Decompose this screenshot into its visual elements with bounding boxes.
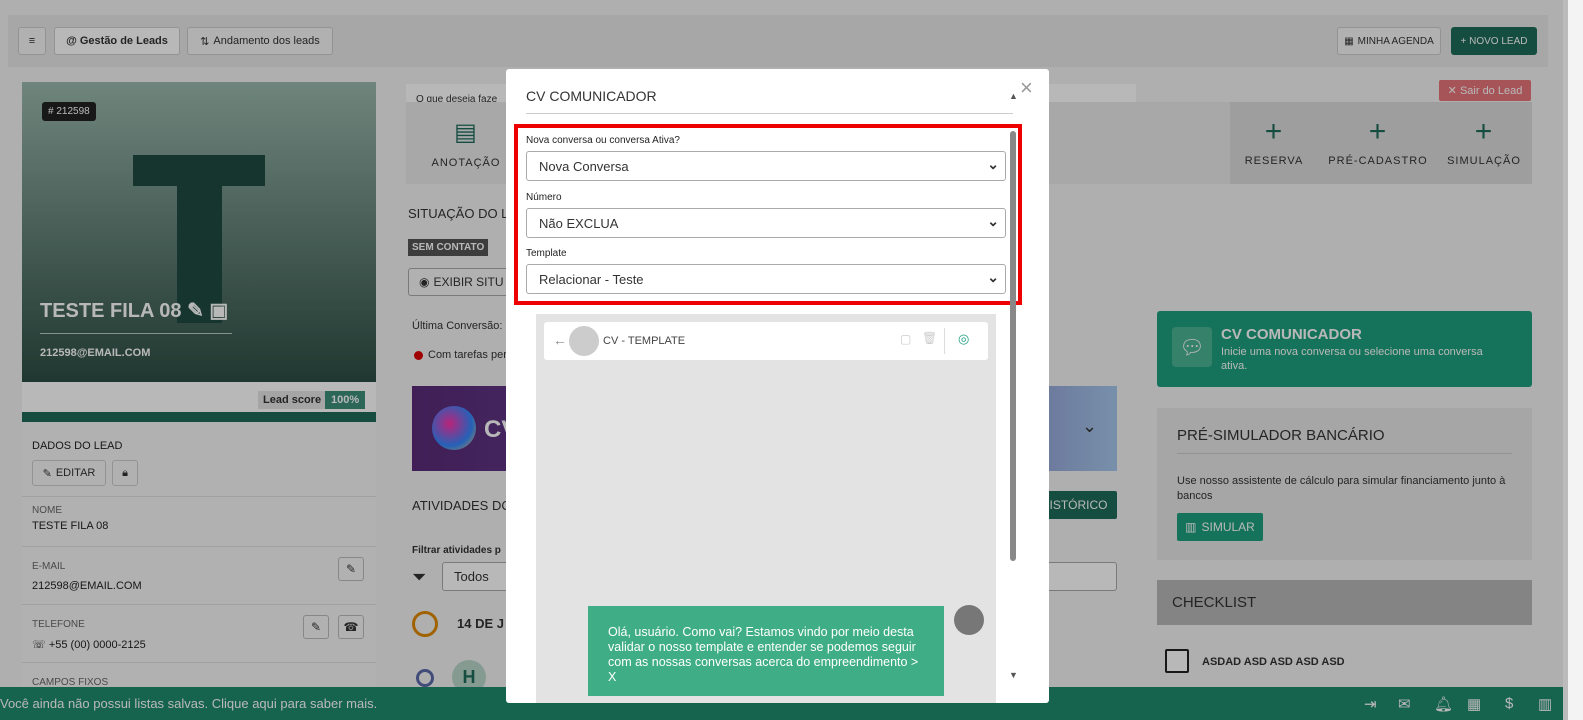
chat-preview: ← CV - TEMPLATE ▢ 🗑︎ ◎ Olá, usuário. Com… xyxy=(536,314,996,703)
avatar xyxy=(954,605,984,635)
trash-icon[interactable]: 🗑︎ xyxy=(922,331,937,345)
scroll-down-icon[interactable]: ▼ xyxy=(1009,670,1018,680)
cv-comunicador-modal: CV COMUNICADOR × ▲ ▼ Nova conversa ou co… xyxy=(506,69,1049,703)
back-arrow-icon[interactable]: ← xyxy=(553,332,567,348)
chat-header: ← CV - TEMPLATE ▢ 🗑︎ ◎ xyxy=(544,322,988,360)
divider xyxy=(526,113,1013,114)
chat-message-bubble: Olá, usuário. Como vai? Estamos vindo po… xyxy=(588,606,944,696)
avatar xyxy=(569,326,599,356)
close-icon[interactable]: × xyxy=(1020,75,1033,101)
modal-scrollbar[interactable] xyxy=(1010,131,1016,561)
chat-title: CV - TEMPLATE xyxy=(603,335,686,347)
user-circle-icon[interactable]: ◎ xyxy=(958,331,969,347)
scroll-up-icon[interactable]: ▲ xyxy=(1009,91,1018,101)
highlight-box xyxy=(514,124,1022,305)
page-scrollbar[interactable] xyxy=(1563,0,1568,720)
divider xyxy=(944,328,945,354)
modal-title: CV COMUNICADOR xyxy=(526,88,657,104)
comment-icon[interactable]: ▢ xyxy=(900,332,911,346)
app-page: ≡ @ Gestão de Leads ⇅ Andamento dos leads… xyxy=(0,0,1583,720)
